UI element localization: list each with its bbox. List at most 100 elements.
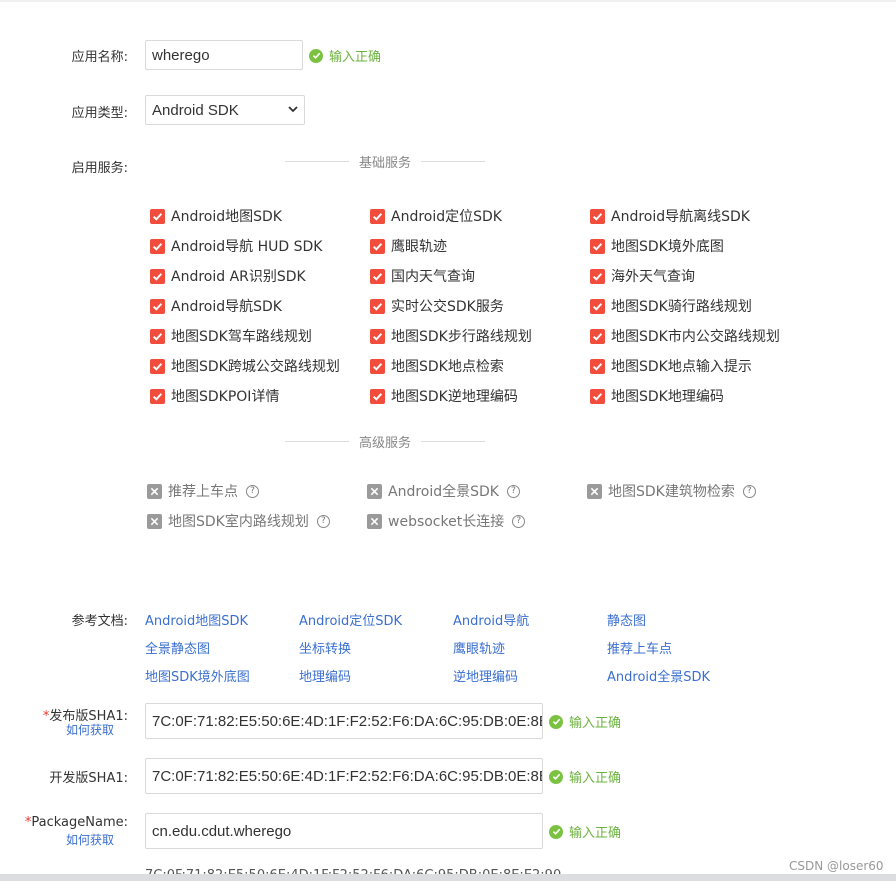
- release-sha1-input[interactable]: 7C:0F:71:82:E5:50:6E:4D:1F:F2:52:F6:DA:6…: [145, 703, 543, 739]
- app-type-label: 应用类型:: [71, 106, 128, 121]
- release-sha1-status-text: 输入正确: [569, 716, 622, 731]
- advanced-service-item: 推荐上车点?: [147, 481, 259, 501]
- basic-service-checkbox[interactable]: Android导航 HUD SDK: [150, 236, 322, 256]
- doc-link[interactable]: 静态图: [607, 610, 646, 629]
- package-name-help-link[interactable]: 如何获取: [0, 831, 114, 848]
- basic-service-checkbox[interactable]: 地图SDK地点输入提示: [590, 356, 752, 376]
- basic-service-label: 地图SDKPOI详情: [171, 389, 280, 405]
- chevron-down-icon: [288, 104, 298, 116]
- basic-service-label: 地图SDK骑行路线规划: [611, 299, 752, 315]
- basic-service-checkbox[interactable]: 实时公交SDK服务: [370, 296, 504, 316]
- doc-link[interactable]: Android定位SDK: [299, 610, 402, 629]
- question-circle-icon[interactable]: ?: [742, 484, 756, 498]
- checkmark-icon: [370, 358, 385, 374]
- basic-service-checkbox[interactable]: Android地图SDK: [150, 206, 282, 226]
- doc-link[interactable]: Android地图SDK: [145, 610, 248, 629]
- checkmark-icon: [590, 238, 605, 254]
- advanced-service-item: websocket长连接?: [367, 511, 526, 531]
- top-border: [0, 0, 896, 2]
- app-name-input[interactable]: wherego: [145, 40, 303, 70]
- checkmark-icon: [590, 388, 605, 404]
- doc-link[interactable]: Android导航: [453, 610, 529, 629]
- question-circle-icon[interactable]: ?: [506, 484, 520, 498]
- release-sha1-help-link[interactable]: 如何获取: [0, 721, 114, 738]
- checkmark-icon: [150, 358, 165, 374]
- advanced-service-label: 推荐上车点: [168, 484, 238, 500]
- basic-service-label: Android导航离线SDK: [611, 209, 750, 225]
- checkmark-icon: [370, 208, 385, 224]
- checkmark-icon: [150, 328, 165, 344]
- basic-service-checkbox[interactable]: 地图SDK骑行路线规划: [590, 296, 752, 316]
- basic-service-checkbox[interactable]: 鹰眼轨迹: [370, 236, 447, 256]
- basic-service-checkbox[interactable]: 地图SDK地点检索: [370, 356, 504, 376]
- basic-service-label: 地图SDK市内公交路线规划: [611, 329, 780, 345]
- checkmark-icon: [370, 328, 385, 344]
- basic-services-divider: 基础服务: [285, 152, 486, 171]
- doc-link[interactable]: 全景静态图: [145, 638, 210, 657]
- app-name-status: 输入正确: [309, 46, 381, 65]
- basic-service-checkbox[interactable]: 地图SDK跨城公交路线规划: [150, 356, 340, 376]
- basic-service-label: 地图SDK逆地理编码: [391, 389, 518, 405]
- cross-icon: [367, 483, 382, 499]
- app-type-value: Android SDK: [152, 101, 239, 119]
- advanced-service-item: 地图SDK建筑物检索?: [587, 481, 756, 501]
- check-circle-icon: [549, 769, 563, 784]
- checkmark-icon: [150, 238, 165, 254]
- checkmark-icon: [590, 208, 605, 224]
- check-circle-icon: [549, 824, 563, 839]
- question-circle-icon[interactable]: ?: [512, 514, 526, 528]
- basic-service-checkbox[interactable]: 地图SDK逆地理编码: [370, 386, 518, 406]
- basic-service-checkbox[interactable]: 地图SDK步行路线规划: [370, 326, 532, 346]
- checkmark-icon: [150, 388, 165, 404]
- services-label: 启用服务:: [71, 161, 128, 176]
- doc-link[interactable]: 推荐上车点: [607, 638, 672, 657]
- dev-sha1-input[interactable]: 7C:0F:71:82:E5:50:6E:4D:1F:F2:52:F6:DA:6…: [145, 758, 543, 794]
- bottom-scrollbar[interactable]: [0, 874, 896, 881]
- basic-service-checkbox[interactable]: 地图SDK地理编码: [590, 386, 724, 406]
- basic-service-checkbox[interactable]: 海外天气查询: [590, 266, 695, 286]
- question-circle-icon[interactable]: ?: [316, 514, 330, 528]
- cross-icon: [587, 483, 602, 499]
- basic-service-checkbox[interactable]: 地图SDK市内公交路线规划: [590, 326, 780, 346]
- basic-service-checkbox[interactable]: Android导航离线SDK: [590, 206, 750, 226]
- basic-service-label: 地图SDK步行路线规划: [391, 329, 532, 345]
- app-name-label: 应用名称:: [71, 50, 128, 65]
- basic-service-label: 国内天气查询: [391, 269, 475, 285]
- doc-link[interactable]: 坐标转换: [299, 638, 351, 657]
- package-name-status-text: 输入正确: [569, 826, 622, 841]
- checkmark-icon: [150, 208, 165, 224]
- advanced-services-title: 高级服务: [359, 436, 412, 451]
- doc-link[interactable]: 鹰眼轨迹: [453, 638, 505, 657]
- checkmark-icon: [150, 298, 165, 314]
- basic-services-title: 基础服务: [359, 156, 412, 171]
- doc-link[interactable]: 地图SDK境外底图: [145, 666, 250, 685]
- basic-service-checkbox[interactable]: Android导航SDK: [150, 296, 282, 316]
- advanced-service-label: websocket长连接: [388, 514, 505, 530]
- doc-link[interactable]: 地理编码: [299, 666, 351, 685]
- package-name-input[interactable]: cn.edu.cdut.wherego: [145, 813, 543, 849]
- checkmark-icon: [370, 268, 385, 284]
- basic-service-checkbox[interactable]: 地图SDK境外底图: [590, 236, 724, 256]
- doc-link[interactable]: Android全景SDK: [607, 666, 710, 685]
- check-circle-icon: [309, 48, 323, 63]
- checkmark-icon: [370, 238, 385, 254]
- basic-service-label: 鹰眼轨迹: [391, 239, 447, 255]
- package-name-status: 输入正确: [549, 822, 621, 841]
- cross-icon: [147, 513, 162, 529]
- basic-service-checkbox[interactable]: 国内天气查询: [370, 266, 475, 286]
- basic-service-checkbox[interactable]: Android定位SDK: [370, 206, 502, 226]
- basic-service-checkbox[interactable]: Android AR识别SDK: [150, 266, 306, 286]
- checkmark-icon: [590, 268, 605, 284]
- basic-service-checkbox[interactable]: 地图SDKPOI详情: [150, 386, 279, 406]
- cross-icon: [367, 513, 382, 529]
- basic-service-label: 地图SDK境外底图: [611, 239, 724, 255]
- dev-sha1-status-text: 输入正确: [569, 771, 622, 786]
- basic-service-label: Android AR识别SDK: [171, 269, 306, 285]
- basic-service-label: 地图SDK地点检索: [391, 359, 504, 375]
- basic-service-checkbox[interactable]: 地图SDK驾车路线规划: [150, 326, 312, 346]
- question-circle-icon[interactable]: ?: [246, 484, 259, 498]
- advanced-services-divider: 高级服务: [285, 432, 486, 451]
- checkmark-icon: [590, 358, 605, 374]
- app-type-select[interactable]: Android SDK: [145, 95, 305, 125]
- doc-link[interactable]: 逆地理编码: [453, 666, 518, 685]
